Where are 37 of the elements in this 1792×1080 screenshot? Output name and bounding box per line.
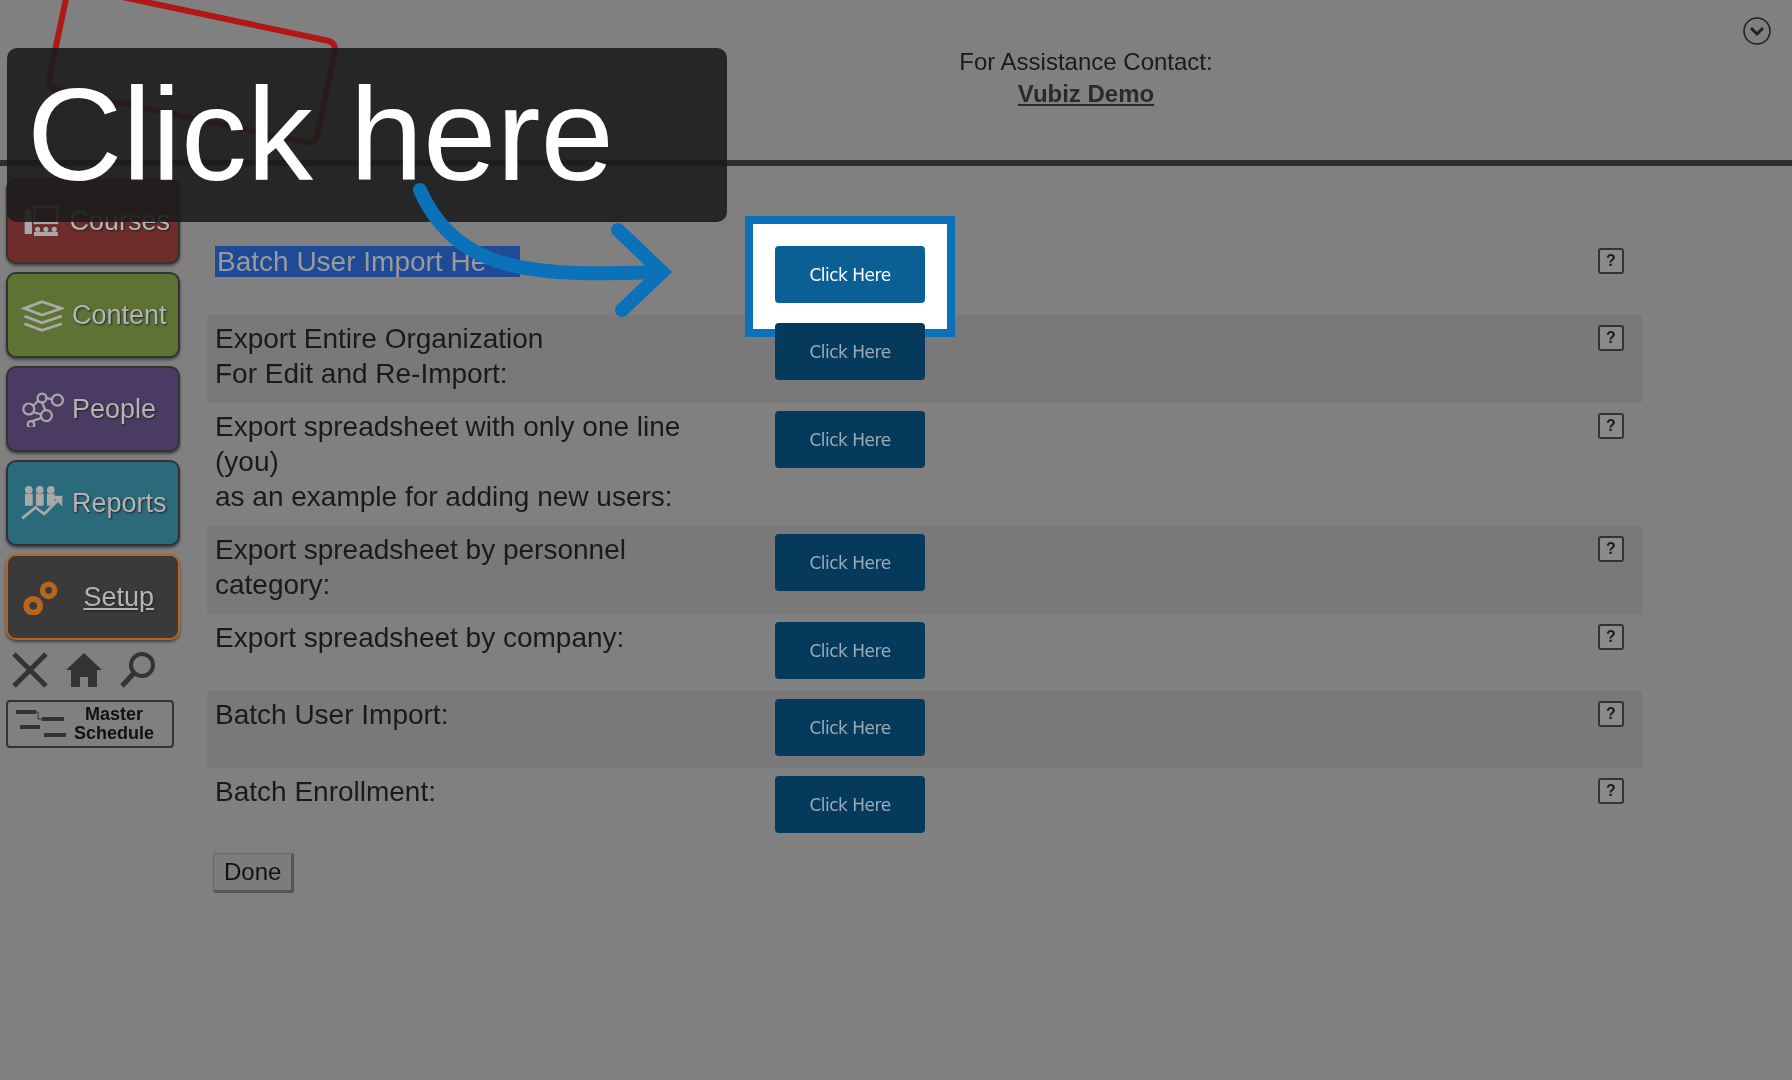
search-icon[interactable] [118,650,158,690]
row-label: Export Entire Organization For Edit and Re-Import: [215,322,545,391]
master-schedule-button[interactable]: Master Schedule [6,700,174,748]
click-here-button[interactable]: Click Here [775,776,925,833]
help-icon[interactable]: ? [1598,248,1624,274]
chevron-down-icon[interactable] [1742,16,1772,46]
gantt-icon [16,710,66,737]
help-icon[interactable]: ? [1598,413,1624,439]
click-here-button[interactable]: Click Here [775,246,925,303]
sidebar-item[interactable]: People [6,366,180,452]
click-here-button[interactable]: Click Here [775,323,925,380]
growth-chart-icon [21,485,63,520]
assistance-label: For Assistance Contact: [959,48,1213,76]
done-button[interactable]: Done [213,853,295,893]
sidebar-item[interactable]: Reports [6,460,180,546]
click-here-button[interactable]: Click Here [775,622,925,679]
row-label: Export spreadsheet by personnel category: [215,533,627,602]
books-icon [20,300,64,332]
row-label: Batch User Import: [215,698,450,732]
row-label: Export spreadsheet by company: [215,621,626,655]
network-icon [22,392,64,427]
sidebar-item[interactable]: Setup [6,554,180,640]
gears-icon [23,581,58,615]
help-icon[interactable]: ? [1598,325,1624,351]
contact-link[interactable]: Vubiz Demo [1017,80,1155,108]
home-icon[interactable] [64,650,104,690]
help-icon[interactable]: ? [1598,624,1624,650]
click-here-button[interactable]: Click Here [775,411,925,468]
row-label: Export spreadsheet with only one line (you) as an example for adding new users: [215,410,682,514]
click-here-button[interactable]: Click Here [775,699,925,756]
help-icon[interactable]: ? [1598,536,1624,562]
help-icon[interactable]: ? [1598,778,1624,804]
sidebar-item[interactable]: Content [6,272,180,358]
help-icon[interactable]: ? [1598,701,1624,727]
row-label: Batch Enrollment: [215,775,437,809]
click-here-button[interactable]: Click Here [775,534,925,591]
close-icon[interactable] [10,650,50,690]
